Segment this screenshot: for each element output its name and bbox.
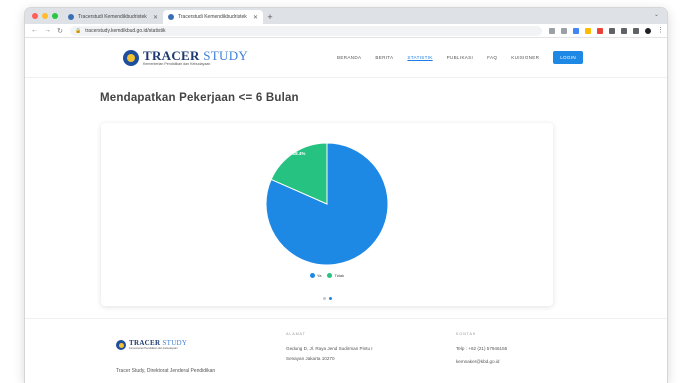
tab-search-chevron-icon[interactable]: ⌄: [654, 11, 659, 18]
nav-berita[interactable]: BERITA: [375, 55, 393, 60]
window-controls: [32, 13, 58, 19]
pie-chart: 81.6%18.4%: [265, 142, 389, 273]
minimize-window-button[interactable]: [42, 13, 48, 19]
page-title: Mendapatkan Pekerjaan <= 6 Bulan: [100, 92, 299, 104]
site-favicon-icon: [168, 14, 174, 20]
extension-icon[interactable]: [609, 27, 615, 34]
browser-tab-active[interactable]: Tracerstudi Kemendikbudristek ✕: [163, 10, 263, 24]
nav-beranda[interactable]: BERANDA: [337, 55, 361, 60]
tut-wuri-logo-icon: [123, 49, 139, 66]
footer-description: Tracer Study, Direktorat Jenderal Pendid…: [116, 368, 216, 374]
url-text: tracerstudy.kemdikbud.go.id/statistik: [85, 27, 166, 34]
address-line: Senayan Jakarta 10270: [286, 356, 335, 361]
login-button[interactable]: LOGIN: [553, 51, 583, 64]
nav-kuisioner[interactable]: KUISIONER: [511, 55, 539, 60]
nav-faq[interactable]: FAQ: [487, 55, 497, 60]
site-favicon-icon: [68, 14, 74, 20]
legend-item-tidak[interactable]: Tidak: [327, 273, 344, 278]
address-line: Gedung D, Jl. Raya Jend Sudirman Pintu I: [286, 346, 373, 351]
chart-legend: Ya Tidak: [101, 273, 553, 278]
main-nav: BERANDA BERITA STATISTIK PUBLIKASI FAQ K…: [337, 51, 583, 64]
carousel-dot-active[interactable]: [328, 297, 332, 300]
tab-title: Tracerstudi Kemendikbudristek: [178, 14, 247, 20]
contact-email[interactable]: kemnaker@kbd.go.id: [456, 357, 507, 367]
site-footer: TRACER STUDY Kementerian Pendidikan dan …: [25, 318, 667, 378]
tut-wuri-logo-icon: [116, 340, 126, 351]
extension-icon[interactable]: [573, 27, 579, 34]
tab-title: Tracerstudi Kemendikbudristek: [78, 14, 147, 20]
footer-contact: KONTAK Telp : +62 (21) 57946155 kemnaker…: [456, 329, 507, 367]
new-tab-button[interactable]: +: [263, 10, 277, 24]
close-window-button[interactable]: [32, 13, 38, 19]
profile-avatar-icon[interactable]: [645, 27, 651, 34]
logo-subtitle: Kementerian Pendidikan dan Kebudayaan: [143, 61, 211, 66]
chart-card: 81.6% 18.4% Ya Tidak: [101, 123, 553, 306]
puzzle-icon[interactable]: [621, 27, 627, 34]
contact-phone: Telp : +62 (21) 57946155: [456, 346, 508, 351]
legend-swatch-icon: [309, 273, 315, 278]
extensions-area: ⋮: [549, 27, 664, 34]
pie-data-label: 18.4%: [293, 151, 306, 156]
maximize-window-button[interactable]: [52, 13, 58, 19]
carousel-dots: [101, 297, 553, 300]
back-arrow-icon[interactable]: ←: [31, 27, 38, 34]
bookmark-star-icon[interactable]: [561, 27, 567, 34]
forward-arrow-icon[interactable]: →: [44, 27, 51, 34]
legend-item-ya[interactable]: Ya: [309, 273, 321, 278]
browser-toolbar: ← → ↻ 🔒 tracerstudy.kemdikbud.go.id/stat…: [25, 24, 667, 38]
browser-tab[interactable]: Tracerstudi Kemendikbudristek ✕: [63, 10, 163, 24]
extension-icon[interactable]: [585, 27, 591, 34]
site-logo[interactable]: TRACER STUDY Kementerian Pendidikan dan …: [123, 49, 248, 67]
close-tab-icon[interactable]: ✕: [153, 14, 158, 21]
logo-title: TRACER STUDY: [143, 47, 249, 63]
footer-logo-subtitle: Kementerian Pendidikan dan Kebudayaan: [129, 347, 178, 350]
legend-swatch-icon: [327, 273, 333, 278]
menu-kebab-icon[interactable]: ⋮: [657, 27, 664, 34]
footer-address-heading: ALAMAT: [286, 332, 306, 336]
address-bar[interactable]: 🔒 tracerstudy.kemdikbud.go.id/statistik: [70, 25, 542, 36]
footer-logo-title: TRACER STUDY: [129, 339, 188, 347]
reload-icon[interactable]: ↻: [57, 27, 63, 35]
footer-address: ALAMAT Gedung D, Jl. Raya Jend Sudirman …: [286, 329, 373, 364]
sidebar-icon[interactable]: [633, 27, 639, 34]
nav-statistik[interactable]: STATISTIK: [407, 55, 432, 60]
footer-contact-heading: KONTAK: [456, 332, 477, 336]
carousel-dot[interactable]: [322, 297, 326, 300]
lock-icon: 🔒: [75, 27, 82, 34]
tab-strip: Tracerstudi Kemendikbudristek ✕ Tracerst…: [25, 8, 667, 24]
close-tab-icon[interactable]: ✕: [253, 14, 258, 21]
nav-publikasi[interactable]: PUBLIKASI: [447, 55, 473, 60]
share-icon[interactable]: [549, 27, 555, 34]
extension-icon[interactable]: [597, 27, 603, 34]
site-header: TRACER STUDY Kementerian Pendidikan dan …: [25, 38, 667, 78]
footer-logo[interactable]: TRACER STUDY Kementerian Pendidikan dan …: [116, 340, 187, 351]
